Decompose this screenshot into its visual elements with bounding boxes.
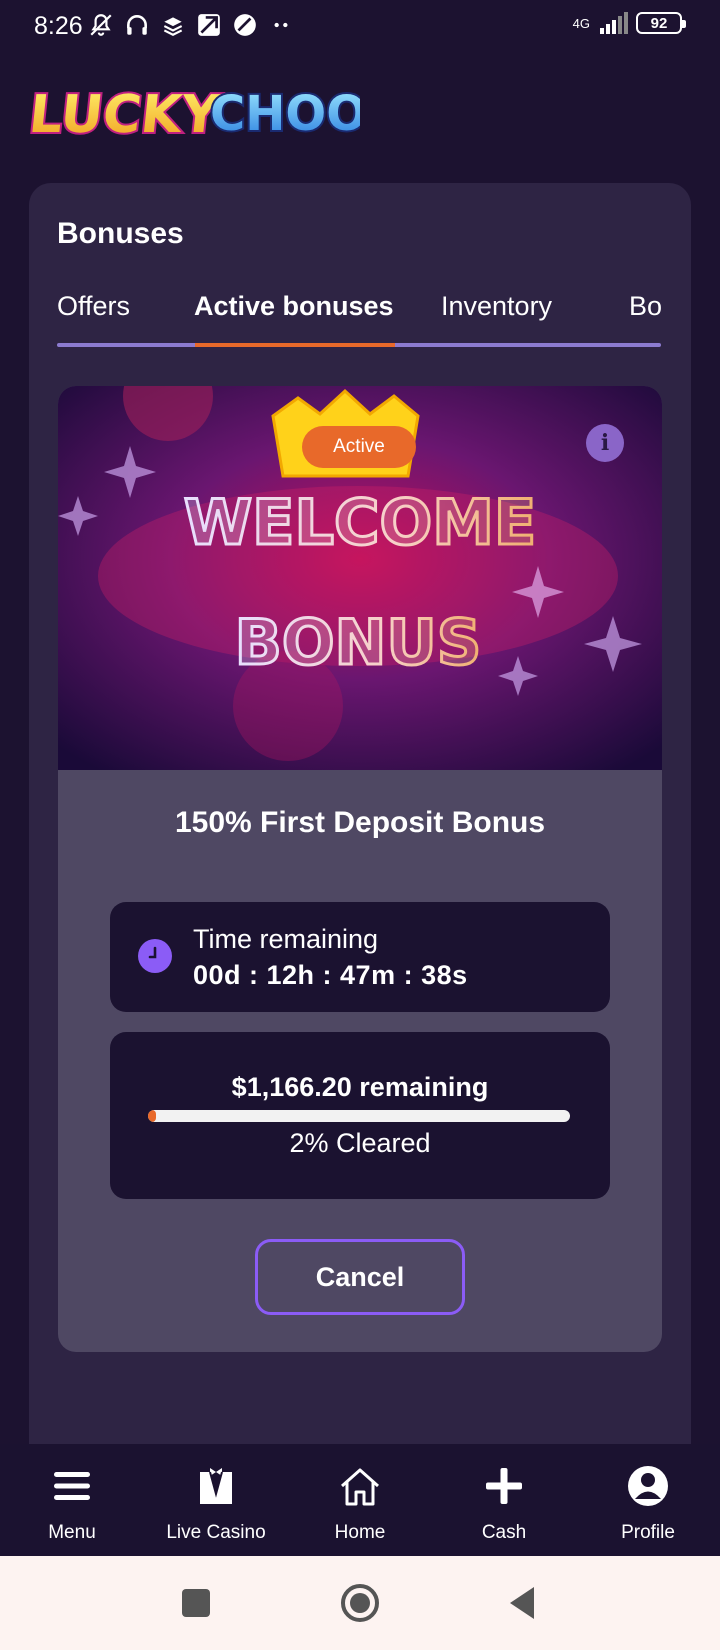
nav-home-label: Home — [334, 1522, 386, 1543]
profile-icon — [628, 1466, 668, 1506]
nav-profile-label: Profile — [621, 1522, 675, 1543]
svg-text:WELCOME: WELCOME — [184, 486, 537, 559]
svg-text:LUCKY: LUCKY — [30, 85, 223, 145]
status-bar: 8:26 4G 92 — [0, 0, 720, 56]
info-icon[interactable]: i — [586, 424, 624, 462]
more-dots-icon — [274, 22, 288, 28]
cleared-label: 2% Cleared — [289, 1128, 431, 1158]
svg-text:CHOO: CHOO — [210, 86, 360, 142]
progress-bar-fill — [148, 1110, 157, 1122]
time-remaining-box: Time remaining 00d : 12h : 47m : 38s — [110, 902, 610, 1012]
bonus-tabs: Offers Active bonuses Inventory Bo — [57, 291, 661, 331]
tab-bonus-history[interactable]: Bo — [629, 291, 661, 322]
signal-icon — [600, 12, 628, 34]
nav-profile[interactable]: Profile — [576, 1444, 720, 1556]
wagering-progress-box: $1,166.20 remaining 2% Cleared — [110, 1032, 610, 1199]
system-nav-bar — [0, 1556, 720, 1650]
tuxedo-icon — [200, 1468, 232, 1504]
cancel-button[interactable]: Cancel — [255, 1239, 465, 1315]
status-time: 8:26 — [34, 12, 83, 40]
svg-text:BONUS: BONUS — [235, 606, 482, 679]
menu-icon — [54, 1472, 90, 1500]
luckychoo-logo[interactable]: LUCKY CHOO — [30, 72, 360, 152]
status-badge: Active — [302, 426, 416, 468]
status-right: 4G 92 — [572, 12, 686, 34]
tab-active-bonuses[interactable]: Active bonuses — [194, 291, 394, 322]
plus-icon — [486, 1468, 522, 1504]
back-icon[interactable] — [502, 1582, 544, 1624]
remaining-amount: $1,166.20 remaining — [231, 1072, 489, 1102]
status-icons — [88, 12, 294, 38]
nav-menu[interactable]: Menu — [0, 1444, 144, 1556]
bonus-name: 150% First Deposit Bonus — [174, 806, 546, 839]
app-icon — [198, 14, 220, 36]
battery-indicator: 92 — [636, 12, 686, 34]
tab-offers[interactable]: Offers — [57, 291, 130, 322]
time-remaining-label: Time remaining — [193, 924, 379, 954]
progress-bar — [148, 1110, 570, 1122]
home-button-icon[interactable] — [339, 1582, 381, 1624]
nav-cash[interactable]: Cash — [432, 1444, 576, 1556]
recent-apps-icon[interactable] — [175, 1582, 217, 1624]
app2-icon — [234, 14, 256, 36]
clock-icon — [138, 939, 172, 973]
nav-live-casino[interactable]: Live Casino — [144, 1444, 288, 1556]
headphones-icon — [127, 15, 147, 35]
bottom-nav: Menu Live Casino Home Cash Profile — [0, 1444, 720, 1556]
nav-cash-label: Cash — [481, 1522, 527, 1543]
home-icon — [341, 1468, 379, 1506]
tab-inventory[interactable]: Inventory — [441, 291, 552, 322]
active-tab-indicator — [195, 343, 395, 347]
layers-icon — [163, 17, 183, 36]
nav-home[interactable]: Home — [288, 1444, 432, 1556]
page-title: Bonuses — [57, 217, 184, 250]
bonus-card: WELCOME WELCOME BONUS BONUS Active i 150… — [58, 386, 662, 1352]
network-type: 4G — [572, 15, 590, 31]
bell-off-icon — [90, 14, 112, 36]
nav-menu-label: Menu — [48, 1522, 96, 1543]
time-remaining-value: 00d : 12h : 47m : 38s — [193, 960, 468, 990]
bonuses-panel: Bonuses Offers Active bonuses Inventory … — [29, 183, 691, 1483]
nav-live-casino-label: Live Casino — [166, 1522, 266, 1543]
